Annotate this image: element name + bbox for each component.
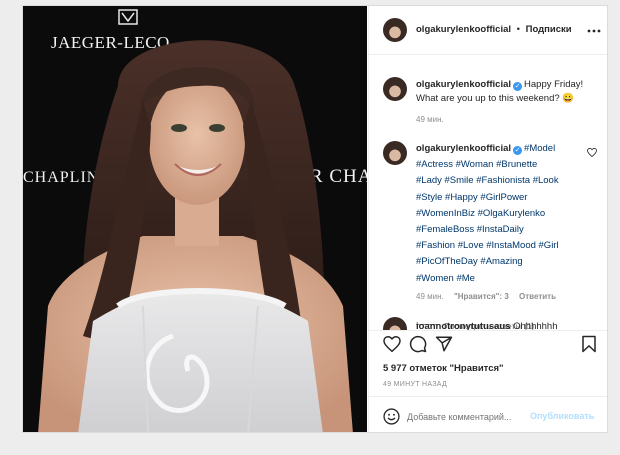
comments-list: olgakurylenkoofficial ✓ Happy Friday! What… xyxy=(369,55,607,330)
portrait-image: JAEGER-LECO CHAPLIN SIR CHA xyxy=(23,6,367,432)
post-photo[interactable]: JAEGER-LECO CHAPLIN SIR CHA xyxy=(23,6,367,432)
comment-hashtags-4[interactable]: #WomenInBiz #OlgaKurylenko xyxy=(416,206,581,222)
caption-block: olgakurylenkoofficial ✓ Happy Friday! What… xyxy=(416,78,596,106)
comment-bubble-icon[interactable] xyxy=(409,335,427,353)
comment-likes[interactable]: "Нравится": 3 xyxy=(454,292,509,301)
comment-reply-button[interactable]: Ответить xyxy=(519,292,556,301)
caption-avatar[interactable] xyxy=(383,77,407,101)
like-heart-icon[interactable] xyxy=(383,336,401,352)
comment-hashtag-first[interactable]: #Model xyxy=(524,143,555,154)
next-comment-username[interactable]: ioannotronytutusaus xyxy=(416,321,510,330)
comment-hashtags-8[interactable]: #Women #Me xyxy=(416,271,581,287)
post-header: olgakurylenkoofficial • Подписки xyxy=(369,6,607,54)
backdrop-text-left: CHAPLIN xyxy=(23,169,99,186)
emoji-icon[interactable] xyxy=(383,408,400,425)
comment-hashtags-2[interactable]: #Lady #Smile #Fashionista #Look xyxy=(416,173,581,189)
following-button[interactable]: Подписки xyxy=(526,24,572,35)
likes-count[interactable]: 5 977 отметок "Нравится" xyxy=(383,363,504,374)
header-separator: • xyxy=(516,24,520,35)
post-time[interactable]: 49 МИНУТ НАЗАД xyxy=(383,381,447,388)
save-bookmark-icon[interactable] xyxy=(581,335,597,353)
add-comment-divider xyxy=(369,396,607,397)
caption-time[interactable]: 49 мин. xyxy=(416,115,444,124)
post-side-panel: olgakurylenkoofficial • Подписки olgakur… xyxy=(368,6,607,432)
comment-hashtags-7[interactable]: #PicOfTheDay #Amazing xyxy=(416,254,581,270)
comment-hashtags-5[interactable]: #FemaleBoss #InstaDaily xyxy=(416,222,581,238)
comment-like-heart-icon[interactable] xyxy=(587,148,597,157)
comment-hashtags-3[interactable]: #Style #Happy #GirlPower xyxy=(416,190,581,206)
more-options-icon[interactable] xyxy=(587,29,601,33)
comment-avatar[interactable] xyxy=(383,141,407,165)
next-comment-avatar[interactable] xyxy=(383,317,407,330)
comment-meta: 49 мин. "Нравится": 3 Ответить xyxy=(416,292,556,301)
post-card: JAEGER-LECO CHAPLIN SIR CHA olgakurylenk… xyxy=(22,5,608,433)
add-comment-input[interactable] xyxy=(407,409,527,424)
author-avatar[interactable] xyxy=(383,18,407,42)
actions-divider xyxy=(369,330,607,331)
author-username[interactable]: olgakurylenkoofficial xyxy=(416,24,511,35)
comment-username[interactable]: olgakurylenkoofficial xyxy=(416,143,511,154)
comment-time[interactable]: 49 мин. xyxy=(416,292,444,301)
next-comment-text: Ohhhhhhh xyxy=(513,321,558,330)
verified-badge-icon: ✓ xyxy=(513,82,523,91)
comment-hashtags-1[interactable]: #Actress #Woman #Brunette xyxy=(416,157,581,173)
share-paper-plane-icon[interactable] xyxy=(435,335,453,353)
comment-block: olgakurylenkoofficial ✓ #Model #Actress #W… xyxy=(416,141,581,287)
verified-badge-icon: ✓ xyxy=(513,146,523,155)
comment-hashtags-6[interactable]: #Fashion #Love #InstaMood #Girl xyxy=(416,238,581,254)
caption-username[interactable]: olgakurylenkoofficial xyxy=(416,79,511,90)
next-comment: ioannotronytutusaus Ohhhhhhh xyxy=(416,321,558,330)
publish-button[interactable]: Опубликовать xyxy=(530,411,594,421)
